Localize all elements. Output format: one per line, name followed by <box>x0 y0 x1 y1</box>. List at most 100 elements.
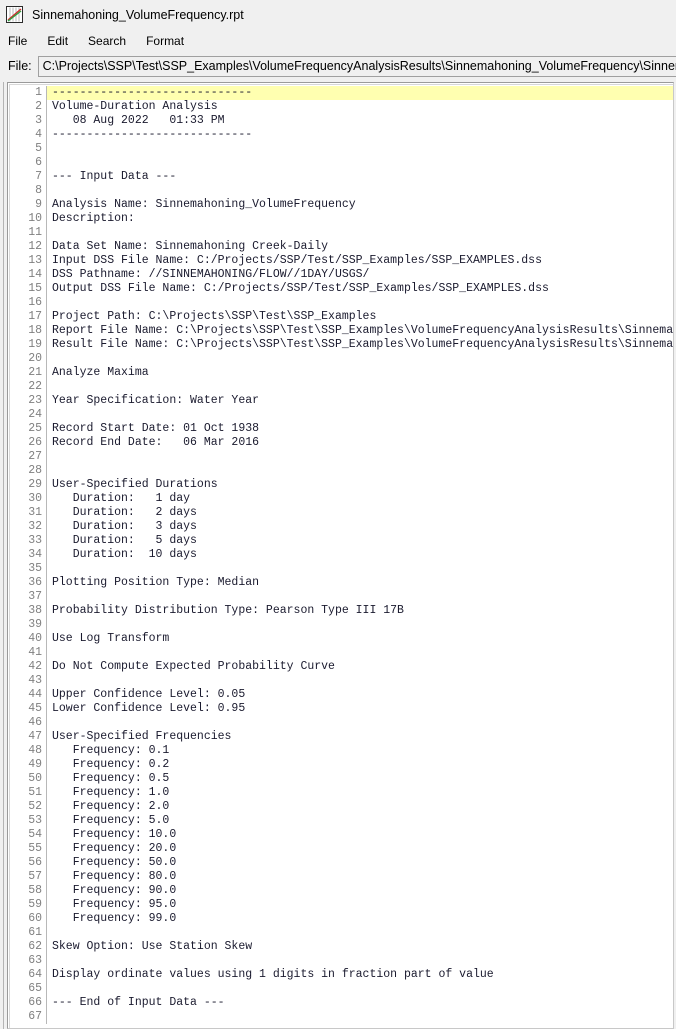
line-text: Duration: 10 days <box>52 548 197 561</box>
menu-item-file[interactable]: File <box>8 32 37 50</box>
code-line[interactable]: 41 <box>10 646 673 660</box>
line-number: 55 <box>10 842 46 856</box>
code-line[interactable]: 50 Frequency: 0.5 <box>10 772 673 786</box>
code-line[interactable]: 60 Frequency: 99.0 <box>10 912 673 926</box>
line-number: 49 <box>10 758 46 772</box>
code-line[interactable]: 36 Plotting Position Type: Median <box>10 576 673 590</box>
line-text: Description: <box>52 212 135 225</box>
menu-item-format[interactable]: Format <box>146 32 194 50</box>
code-line[interactable]: 29 User-Specified Durations <box>10 478 673 492</box>
line-number: 7 <box>10 170 46 184</box>
code-line[interactable]: 28 <box>10 464 673 478</box>
code-line[interactable]: 7 --- Input Data --- <box>10 170 673 184</box>
code-line[interactable]: 52 Frequency: 2.0 <box>10 800 673 814</box>
code-line[interactable]: 33 Duration: 5 days <box>10 534 673 548</box>
code-line[interactable]: 35 <box>10 562 673 576</box>
code-line[interactable]: 39 <box>10 618 673 632</box>
line-text: Year Specification: Water Year <box>52 394 260 407</box>
code-line[interactable]: 53 Frequency: 5.0 <box>10 814 673 828</box>
code-line[interactable]: 12 Data Set Name: Sinnemahoning Creek-Dai… <box>10 240 673 254</box>
code-line[interactable]: 45 Lower Confidence Level: 0.95 <box>10 702 673 716</box>
code-line[interactable]: 1 ----------------------------- <box>10 86 673 100</box>
code-line[interactable]: 2 Volume-Duration Analysis <box>10 100 673 114</box>
code-line[interactable]: 58 Frequency: 90.0 <box>10 884 673 898</box>
line-number: 29 <box>10 478 46 492</box>
code-line[interactable]: 66 --- End of Input Data --- <box>10 996 673 1010</box>
code-line[interactable]: 26 Record End Date: 06 Mar 2016 <box>10 436 673 450</box>
code-line[interactable]: 63 <box>10 954 673 968</box>
code-line[interactable]: 65 <box>10 982 673 996</box>
code-line[interactable]: 44 Upper Confidence Level: 0.05 <box>10 688 673 702</box>
code-line[interactable]: 16 <box>10 296 673 310</box>
code-line[interactable]: 10 Description: <box>10 212 673 226</box>
code-line[interactable]: 3 08 Aug 2022 01:33 PM <box>10 114 673 128</box>
code-line[interactable]: 31 Duration: 2 days <box>10 506 673 520</box>
code-line[interactable]: 56 Frequency: 50.0 <box>10 856 673 870</box>
code-line[interactable]: 47 User-Specified Frequencies <box>10 730 673 744</box>
line-text <box>47 226 673 240</box>
code-line[interactable]: 49 Frequency: 0.2 <box>10 758 673 772</box>
code-line[interactable]: 67 <box>10 1010 673 1024</box>
code-line[interactable]: 6 <box>10 156 673 170</box>
line-number: 14 <box>10 268 46 282</box>
code-line[interactable]: 27 <box>10 450 673 464</box>
code-line[interactable]: 48 Frequency: 0.1 <box>10 744 673 758</box>
code-line[interactable]: 30 Duration: 1 day <box>10 492 673 506</box>
code-line[interactable]: 20 <box>10 352 673 366</box>
code-line[interactable]: 25 Record Start Date: 01 Oct 1938 <box>10 422 673 436</box>
code-line[interactable]: 46 <box>10 716 673 730</box>
file-path-input[interactable]: C:\Projects\SSP\Test\SSP_Examples\Volume… <box>37 55 676 77</box>
line-number: 45 <box>10 702 46 716</box>
code-line[interactable]: 59 Frequency: 95.0 <box>10 898 673 912</box>
code-line[interactable]: 13 Input DSS File Name: C:/Projects/SSP/T… <box>10 254 673 268</box>
code-line[interactable]: 57 Frequency: 80.0 <box>10 870 673 884</box>
line-text <box>47 618 673 632</box>
code-line[interactable]: 40 Use Log Transform <box>10 632 673 646</box>
code-line[interactable]: 23 Year Specification: Water Year <box>10 394 673 408</box>
line-text: Frequency: 50.0 <box>52 856 177 869</box>
line-text: Frequency: 10.0 <box>52 828 177 841</box>
line-text: 08 Aug 2022 01:33 PM <box>52 114 225 127</box>
code-line[interactable]: 51 Frequency: 1.0 <box>10 786 673 800</box>
menu-item-search[interactable]: Search <box>88 32 136 50</box>
report-text-area[interactable]: 1 ----------------------------- 2 Volume-Du… <box>7 82 674 1029</box>
code-line[interactable]: 19 Result File Name: C:\Projects\SSP\Test… <box>10 338 673 352</box>
code-line[interactable]: 17 Project Path: C:\Projects\SSP\Test\SSP… <box>10 310 673 324</box>
line-number: 48 <box>10 744 46 758</box>
line-number: 26 <box>10 436 46 450</box>
line-number: 60 <box>10 912 46 926</box>
code-line[interactable]: 61 <box>10 926 673 940</box>
code-line[interactable]: 62 Skew Option: Use Station Skew <box>10 940 673 954</box>
code-line[interactable]: 55 Frequency: 20.0 <box>10 842 673 856</box>
line-number: 19 <box>10 338 46 352</box>
code-line[interactable]: 15 Output DSS File Name: C:/Projects/SSP/… <box>10 282 673 296</box>
code-line[interactable]: 5 <box>10 142 673 156</box>
line-number: 25 <box>10 422 46 436</box>
code-line[interactable]: 42 Do Not Compute Expected Probability Cu… <box>10 660 673 674</box>
code-line[interactable]: 38 Probability Distribution Type: Pearson… <box>10 604 673 618</box>
line-number: 13 <box>10 254 46 268</box>
code-line[interactable]: 24 <box>10 408 673 422</box>
code-line[interactable]: 37 <box>10 590 673 604</box>
code-line[interactable]: 22 <box>10 380 673 394</box>
line-text: Duration: 5 days <box>52 534 197 547</box>
code-lines-container[interactable]: 1 ----------------------------- 2 Volume-Du… <box>10 86 673 1028</box>
code-line[interactable]: 43 <box>10 674 673 688</box>
line-number: 43 <box>10 674 46 688</box>
line-number: 38 <box>10 604 46 618</box>
menu-item-edit[interactable]: Edit <box>47 32 78 50</box>
line-text: Output DSS File Name: C:/Projects/SSP/Te… <box>52 282 549 295</box>
code-line[interactable]: 11 <box>10 226 673 240</box>
code-line[interactable]: 21 Analyze Maxima <box>10 366 673 380</box>
line-text: Analyze Maxima <box>52 366 149 379</box>
code-line[interactable]: 9 Analysis Name: Sinnemahoning_VolumeFreq… <box>10 198 673 212</box>
code-line[interactable]: 8 <box>10 184 673 198</box>
code-line[interactable]: 14 DSS Pathname: //SINNEMAHONING/FLOW//1D… <box>10 268 673 282</box>
code-line[interactable]: 64 Display ordinate values using 1 digits… <box>10 968 673 982</box>
code-line[interactable]: 4 ----------------------------- <box>10 128 673 142</box>
code-line[interactable]: 18 Report File Name: C:\Projects\SSP\Test… <box>10 324 673 338</box>
line-number: 10 <box>10 212 46 226</box>
code-line[interactable]: 54 Frequency: 10.0 <box>10 828 673 842</box>
code-line[interactable]: 32 Duration: 3 days <box>10 520 673 534</box>
code-line[interactable]: 34 Duration: 10 days <box>10 548 673 562</box>
